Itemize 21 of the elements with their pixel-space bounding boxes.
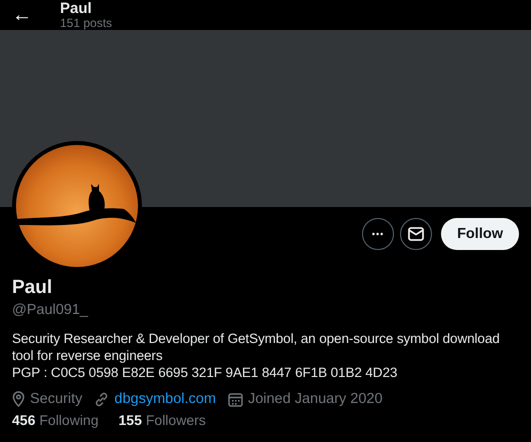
location-pin-icon (12, 391, 25, 407)
post-count: 151 posts (60, 16, 112, 30)
profile-handle: @Paul091_ (12, 301, 90, 319)
stat-label[interactable]: Followers (146, 412, 206, 429)
bio-text: Security Researcher & Developer of GetSymbol, an open-source symbol download tool for reverse engineers (12, 330, 501, 364)
stat-count[interactable]: 456 (12, 412, 36, 429)
bio-text: PGP : C0C5 0598 E82E 6695 321F 9AE1 8447 6F1B 01B2 4D23 (12, 364, 398, 381)
location-text: Security (30, 390, 82, 408)
joined-date: Joined January 2020 (248, 390, 383, 408)
profile-title: Paul (60, 0, 93, 16)
mail-icon (408, 227, 424, 241)
website-link[interactable]: dbgsymbol.com (114, 390, 216, 408)
profile-name: Paul (12, 277, 54, 299)
back-button[interactable]: ← (12, 5, 30, 25)
calendar-icon (228, 392, 243, 406)
message-button[interactable] (400, 218, 432, 250)
follow-button[interactable]: Follow (441, 218, 519, 250)
stat-count[interactable]: 155 (118, 412, 142, 429)
more-button[interactable]: ••• (362, 218, 394, 250)
stat-label[interactable]: Following (39, 412, 98, 429)
link-icon (94, 392, 110, 406)
